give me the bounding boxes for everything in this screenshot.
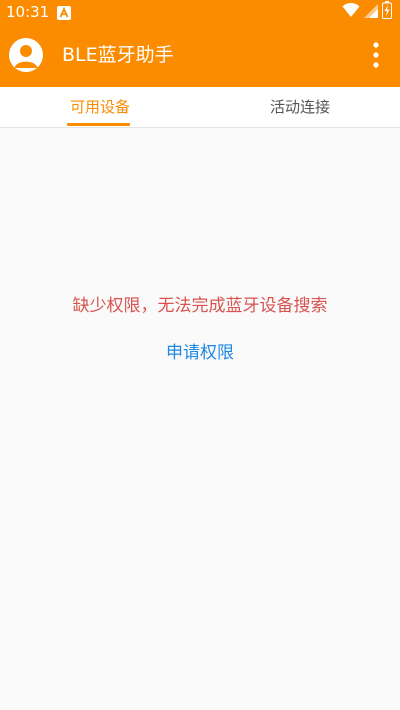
status-bar: 10:31 [0,0,400,24]
request-permission-button[interactable]: 申请权限 [150,340,250,366]
toolbar: BLE蓝牙助手 [0,24,400,87]
status-icons [342,1,392,23]
person-avatar-icon[interactable] [9,38,43,72]
tab-active-connections[interactable]: 活动连接 [200,87,400,127]
signal-icon [364,3,378,22]
app-bar: 10:31 BLE蓝牙助手 [0,0,400,87]
tab-available-devices[interactable]: 可用设备 [0,87,200,127]
app-title: BLE蓝牙助手 [62,44,174,66]
status-time: 10:31 [6,3,50,21]
tab-bar: 可用设备 活动连接 [0,87,400,128]
more-vert-icon[interactable] [364,41,388,69]
battery-charging-icon [382,1,392,23]
notification-a-icon [57,5,71,20]
permission-missing-message: 缺少权限，无法完成蓝牙设备搜索 [72,296,328,316]
wifi-icon [342,2,360,22]
tab-indicator [67,123,130,126]
